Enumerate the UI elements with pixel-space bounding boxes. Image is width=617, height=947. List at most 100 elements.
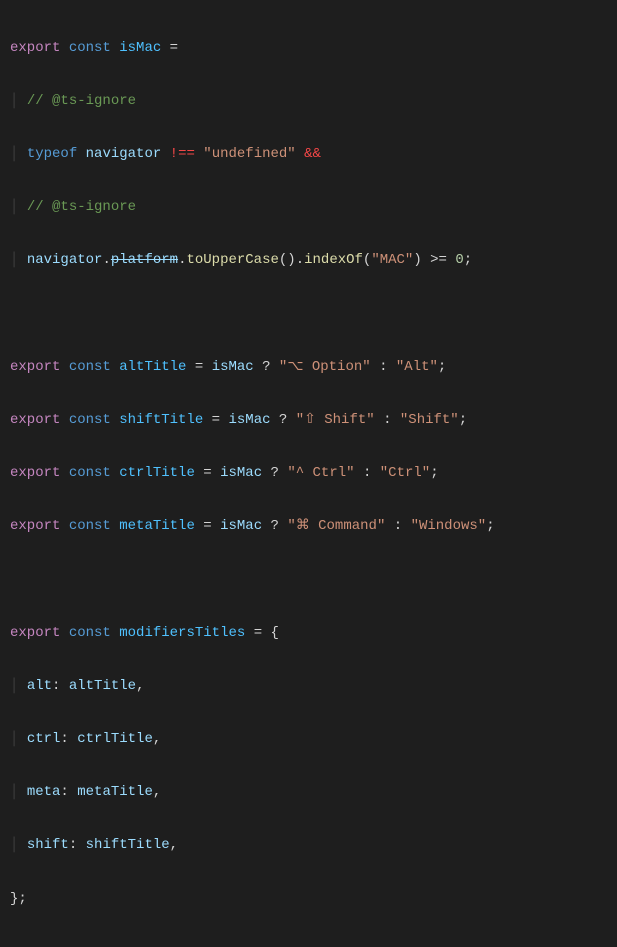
paren-close: ) (413, 252, 421, 268)
op-q: ? (279, 412, 287, 428)
dot: . (102, 252, 110, 268)
code-line: export const altTitle = isMac ? "⌥ Optio… (10, 354, 607, 381)
comma: , (153, 784, 161, 800)
ident-isMac: isMac (228, 412, 270, 428)
str-ctrl: "Ctrl" (380, 465, 430, 481)
comma: , (170, 837, 178, 853)
val-altTitle: altTitle (69, 678, 136, 694)
str-alt: "Alt" (396, 359, 438, 375)
kw-export: export (10, 412, 60, 428)
kw-export: export (10, 625, 60, 641)
str-undefined: "undefined" (203, 146, 295, 162)
op-q: ? (271, 518, 279, 534)
ident-isMac: isMac (220, 518, 262, 534)
op-q: ? (262, 359, 270, 375)
code-line: export const ctrlTitle = isMac ? "^ Ctrl… (10, 460, 607, 487)
key-alt: alt (27, 678, 52, 694)
code-line: export const isMac = (10, 35, 607, 62)
code-line: │ typeof navigator !== "undefined" && (10, 141, 607, 168)
indent-bar: │ (10, 837, 18, 853)
op-eq: = (212, 412, 220, 428)
op-eq: = (254, 625, 262, 641)
comma: , (153, 731, 161, 747)
str-mac: "MAC" (371, 252, 413, 268)
colon: : (52, 678, 60, 694)
str-shift: "Shift" (400, 412, 459, 428)
code-line: │ // @ts-ignore (10, 194, 607, 221)
code-line: │ alt: altTitle, (10, 673, 607, 700)
semi: ; (438, 359, 446, 375)
kw-const: const (69, 40, 111, 56)
ident-isMac: isMac (220, 465, 262, 481)
var-modifiersTitles: modifiersTitles (119, 625, 245, 641)
kw-const: const (69, 359, 111, 375)
op-eq: = (195, 359, 203, 375)
op-q: ? (271, 465, 279, 481)
indent-bar: │ (10, 784, 18, 800)
ident-navigator: navigator (86, 146, 162, 162)
str-option: "⌥ Option" (279, 359, 371, 375)
semi: ; (486, 518, 494, 534)
indent-bar: │ (10, 678, 18, 694)
code-line: │ ctrl: ctrlTitle, (10, 726, 607, 753)
code-line: │ shift: shiftTitle, (10, 832, 607, 859)
var-altTitle: altTitle (119, 359, 186, 375)
semi: ; (464, 252, 472, 268)
code-line: │ navigator.platform.toUpperCase().index… (10, 247, 607, 274)
code-line: }; (10, 886, 607, 913)
kw-const: const (69, 465, 111, 481)
op-eq: = (203, 465, 211, 481)
op-colon: : (363, 465, 371, 481)
op-gte: >= (430, 252, 447, 268)
code-line: export const modifiersTitles = { (10, 620, 607, 647)
key-ctrl: ctrl (27, 731, 61, 747)
code-line: │ meta: metaTitle, (10, 779, 607, 806)
comma: , (136, 678, 144, 694)
comment: // @ts-ignore (27, 93, 136, 109)
val-ctrlTitle: ctrlTitle (77, 731, 153, 747)
op-eq: = (203, 518, 211, 534)
kw-export: export (10, 40, 60, 56)
fn-toUpperCase: toUpperCase (186, 252, 278, 268)
indent-bar: │ (10, 252, 18, 268)
kw-export: export (10, 518, 60, 534)
parens: (). (279, 252, 304, 268)
code-line-blank (10, 301, 607, 328)
kw-const: const (69, 625, 111, 641)
var-ctrlTitle: ctrlTitle (119, 465, 195, 481)
indent-bar: │ (10, 199, 18, 215)
ident-platform: platform (111, 252, 178, 268)
code-line: │ // @ts-ignore (10, 88, 607, 115)
kw-typeof: typeof (27, 146, 77, 162)
colon: : (60, 784, 68, 800)
code-line: export const metaTitle = isMac ? "⌘ Comm… (10, 513, 607, 540)
kw-export: export (10, 465, 60, 481)
colon: : (69, 837, 77, 853)
semi: ; (459, 412, 467, 428)
key-meta: meta (27, 784, 61, 800)
kw-export: export (10, 359, 60, 375)
indent-bar: │ (10, 93, 18, 109)
str-ctrl-mac: "^ Ctrl" (287, 465, 354, 481)
op-colon: : (383, 412, 391, 428)
indent-bar: │ (10, 731, 18, 747)
num-zero: 0 (455, 252, 463, 268)
op-neq: !== (170, 146, 195, 162)
str-command: "⌘ Command" (287, 518, 385, 534)
str-windows: "Windows" (411, 518, 487, 534)
indent-bar: │ (10, 146, 18, 162)
code-block: export const isMac = │ // @ts-ignore │ t… (0, 0, 617, 947)
op-colon: : (379, 359, 387, 375)
code-line: export const shiftTitle = isMac ? "⇧ Shi… (10, 407, 607, 434)
val-shiftTitle: shiftTitle (86, 837, 170, 853)
op-eq: = (170, 40, 178, 56)
var-shiftTitle: shiftTitle (119, 412, 203, 428)
comment: // @ts-ignore (27, 199, 136, 215)
semi: ; (430, 465, 438, 481)
kw-const: const (69, 412, 111, 428)
op-colon: : (394, 518, 402, 534)
fn-indexOf: indexOf (304, 252, 363, 268)
str-shift-mac: "⇧ Shift" (296, 412, 375, 428)
var-isMac: isMac (119, 40, 161, 56)
op-and: && (304, 146, 321, 162)
